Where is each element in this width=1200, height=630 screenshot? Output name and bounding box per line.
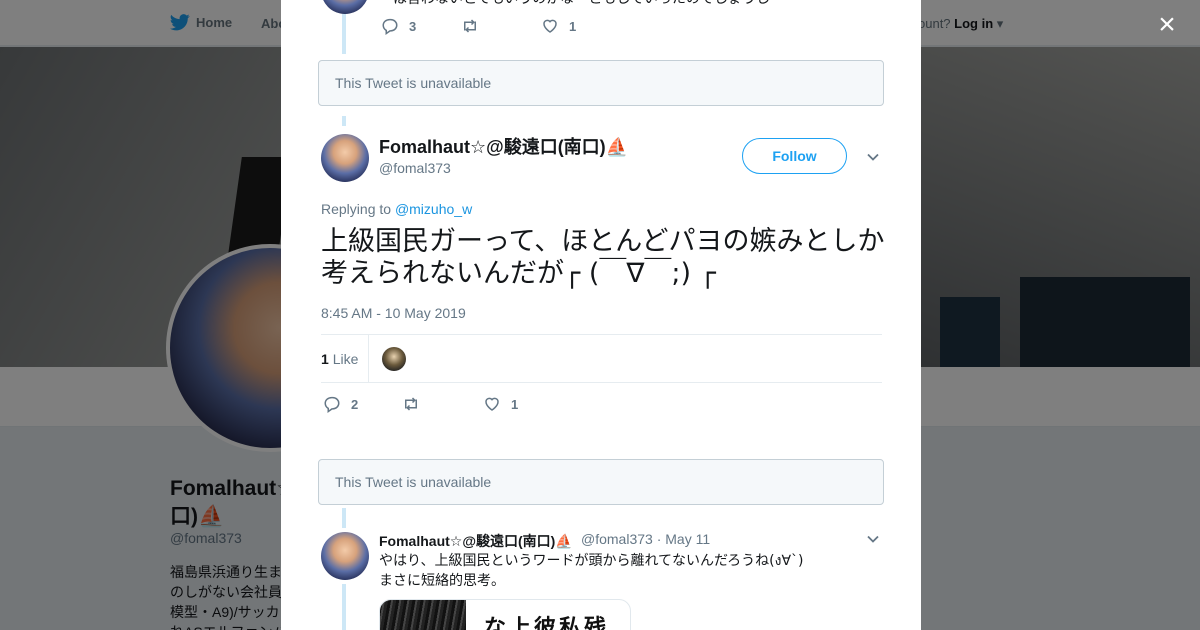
unavailable-tweet: This Tweet is unavailable — [318, 60, 884, 106]
close-icon[interactable]: × — [1152, 10, 1182, 40]
likes-stat-count: 1 — [321, 351, 329, 367]
follow-button[interactable]: Follow — [742, 138, 847, 174]
likes-stat[interactable]: 1 Like — [321, 351, 358, 367]
unavailable-tweet: This Tweet is unavailable — [318, 459, 884, 505]
reply-icon — [382, 18, 398, 35]
reply-icon — [324, 396, 340, 413]
tweet-stats: 1 Like — [321, 334, 882, 383]
heart-icon — [543, 19, 557, 33]
tweet-timestamp[interactable]: 8:45 AM - 10 May 2019 — [321, 305, 466, 321]
reply-count: 3 — [409, 18, 417, 34]
tweet-image-text: な上彼私残 — [484, 616, 610, 630]
like-action[interactable]: 1 — [541, 17, 576, 35]
liker-avatar[interactable] — [382, 347, 406, 371]
author-handle[interactable]: @fomal373 — [379, 160, 451, 176]
thread-line — [342, 584, 346, 630]
tweet-text-line: やはり、上級国民というワードが頭から離れてないんだろうね(ง∀`) — [379, 553, 804, 569]
tweet-text: やはり、上級国民というワードが頭から離れてないんだろうね(ง∀`) まさに短絡的… — [379, 551, 804, 591]
retweet-action[interactable] — [402, 395, 420, 413]
like-count: 1 — [511, 396, 519, 412]
replying-to: Replying to @mizuho_w — [321, 201, 472, 217]
reply-action[interactable]: 3 — [381, 17, 416, 35]
retweet-icon — [464, 19, 476, 33]
reply-action[interactable]: 2 — [323, 395, 358, 413]
tweet-meta[interactable]: @fomal373 · May 11 — [581, 531, 710, 547]
chevron-down-icon[interactable] — [866, 532, 880, 546]
tweet-text-line: まさに短絡的思考。 — [379, 573, 505, 589]
tweet-modal: ーは言わないとでもいうのかなーともしていったのでしょうし 3 1 This Tw… — [281, 0, 921, 630]
heart-icon — [485, 397, 499, 411]
replying-prefix: Replying to — [321, 201, 392, 217]
avatar[interactable] — [321, 532, 369, 580]
tweet-text: 上級国民ガーって、ほとんどパヨの嫉みとしか考えられないんだが┌ (￣∇￣;) ┌ — [321, 226, 885, 289]
thread-line — [342, 508, 346, 528]
reply-count: 2 — [351, 396, 359, 412]
thread-line — [342, 116, 346, 126]
tweet-text: ーは言わないとでもいうのかなーともしていったのでしょうし — [379, 0, 770, 8]
tweet-image[interactable]: な上彼私残 — [379, 599, 631, 630]
like-count: 1 — [569, 18, 577, 34]
retweet-icon — [405, 397, 417, 411]
thread-line — [342, 14, 346, 54]
retweet-action[interactable] — [461, 17, 479, 35]
replying-to-link[interactable]: @mizuho_w — [395, 201, 472, 217]
author-name[interactable]: Fomalhaut☆@駿遠口(南口)⛵ — [379, 531, 573, 551]
avatar[interactable] — [321, 0, 369, 14]
chevron-down-icon[interactable] — [866, 150, 880, 164]
author-name[interactable]: Fomalhaut☆@駿遠口(南口)⛵ — [379, 133, 628, 159]
avatar[interactable] — [321, 134, 369, 182]
likes-stat-label: Like — [332, 351, 359, 367]
like-action[interactable]: 1 — [483, 395, 518, 413]
